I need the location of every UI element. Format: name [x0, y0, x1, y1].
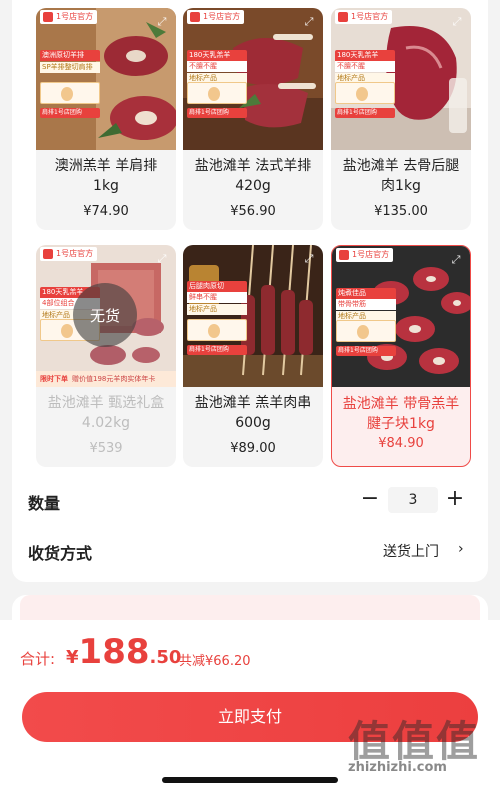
sold-out-badge: 无货: [73, 283, 137, 347]
store-badge: 1号店官方: [40, 10, 98, 24]
store-badge: 1号店官方: [335, 10, 393, 24]
store-badge: 1号店官方: [187, 10, 245, 24]
promo-line: 鲜串不腥: [187, 292, 247, 303]
promo-footer: 肩排1号店团购: [187, 345, 247, 355]
egg-icon: [336, 320, 396, 342]
home-indicator[interactable]: [162, 777, 338, 783]
quantity-decrease-button[interactable]: −: [358, 488, 382, 512]
egg-icon: [335, 82, 395, 104]
promo-line: 炖煮佳品: [336, 288, 396, 299]
pay-now-button[interactable]: 立即支付: [22, 692, 478, 742]
product-card[interactable]: 1号店官方 180天乳羔羊 不膻不腥 地标产品 肩排1号店团购 ⤢ 盐池滩羊 法…: [183, 8, 323, 230]
checkout-bar: 合计: ¥188.50 共减¥66.20 立即支付 值值值 zhizhizhi.…: [0, 620, 500, 795]
promo-labels: 澳洲原切羊排 SP羊排整切肩排: [40, 50, 100, 73]
product-card-sold-out: 1号店官方 180天乳羔羊 4部位组合 地标产品 ⤢ 无货 限时下单 赠价值198…: [36, 245, 176, 467]
promo-labels: 180天乳羔羊 不膻不腥 地标产品: [335, 50, 395, 84]
product-price: ¥135.00: [374, 204, 428, 219]
total-decimal: .50: [149, 647, 182, 668]
product-name: 盐池滩羊 去骨后腿肉1kg: [342, 158, 460, 194]
limited-time-text: 赠价值198元羊肉实体年卡: [72, 375, 156, 383]
egg-icon: [187, 319, 247, 341]
delivery-method-label: 收货方式: [28, 544, 93, 563]
product-name: 盐池滩羊 带骨羔羊腱子块1kg: [342, 396, 460, 432]
quantity-label: 数量: [28, 494, 61, 513]
total-discount: 共减¥66.20: [179, 654, 251, 669]
promo-line: 180天乳羔羊: [335, 50, 395, 61]
promo-labels: 炖煮佳品 带骨带筋 地标产品: [336, 288, 396, 322]
product-name: 盐池滩羊 甄选礼盒4.02kg: [47, 395, 165, 431]
promo-line: 180天乳羔羊: [187, 50, 247, 61]
product-image: [36, 8, 176, 150]
expand-icon[interactable]: ⤢: [451, 16, 463, 28]
expand-icon[interactable]: ⤢: [303, 253, 315, 265]
store-badge: 1号店官方: [336, 248, 394, 262]
expand-icon: ⤢: [157, 252, 167, 265]
promo-labels: 后腿肉原切 鲜串不腥 地标产品: [187, 281, 247, 315]
product-price: ¥74.90: [83, 204, 129, 219]
product-price: ¥84.90: [378, 436, 424, 451]
promo-footer: 肩排1号店团购: [335, 108, 395, 118]
promo-line: 后腿肉原切: [187, 281, 247, 292]
product-price: ¥56.90: [230, 204, 276, 219]
product-name: 澳洲羔羊 羊肩排1kg: [54, 158, 158, 194]
product-card[interactable]: 1号店官方 180天乳羔羊 不膻不腥 地标产品 肩排1号店团购 ⤢ 盐池滩羊 去…: [331, 8, 471, 230]
product-image: [183, 245, 323, 387]
promo-line: 带骨带筋: [336, 299, 396, 310]
product-name: 盐池滩羊 羔羊肉串600g: [194, 395, 312, 431]
expand-icon[interactable]: ⤢: [156, 16, 168, 28]
promo-line: 澳洲原切羊排: [40, 50, 100, 61]
chevron-right-icon[interactable]: ›: [458, 541, 464, 557]
egg-icon: [187, 82, 247, 104]
total-label: 合计:: [20, 650, 56, 668]
promo-footer: 肩排1号店团购: [40, 108, 100, 118]
promo-footer: 肩排1号店团购: [336, 346, 396, 356]
product-price: ¥89.00: [230, 441, 276, 456]
egg-icon: [40, 82, 100, 104]
expand-icon[interactable]: ⤢: [450, 254, 462, 266]
expand-icon[interactable]: ⤢: [303, 16, 315, 28]
promo-line: 地标产品: [187, 304, 247, 315]
product-price: ¥539: [89, 441, 123, 456]
product-card[interactable]: 1号店官方 澳洲原切羊排 SP羊排整切肩排 肩排1号店团购 ⤢ 澳洲羔羊 羊肩排…: [36, 8, 176, 230]
quantity-increase-button[interactable]: +: [443, 488, 467, 512]
limited-time-bar: 限时下单 赠价值198元羊肉实体年卡: [36, 371, 176, 387]
promo-labels: 180天乳羔羊 不膻不腥 地标产品: [187, 50, 247, 84]
delivery-method-value[interactable]: 送货上门: [383, 541, 439, 561]
total-amount: ¥188.50: [66, 632, 181, 672]
currency-symbol: ¥: [66, 647, 79, 668]
limited-time-label: 限时下单: [40, 375, 68, 383]
total-integer: 188: [78, 632, 150, 672]
watermark-url: zhizhizhi.com: [348, 760, 447, 775]
quantity-input[interactable]: 3: [388, 487, 438, 513]
product-card[interactable]: 后腿肉原切 鲜串不腥 地标产品 肩排1号店团购 ⤢ 盐池滩羊 羔羊肉串600g …: [183, 245, 323, 467]
promo-footer: 肩排1号店团购: [187, 108, 247, 118]
promo-line: 不膻不腥: [335, 61, 395, 72]
promo-line: SP羊排整切肩排: [40, 62, 100, 73]
promo-line: 不膻不腥: [187, 61, 247, 72]
product-selection-panel: 1号店官方 澳洲原切羊排 SP羊排整切肩排 肩排1号店团购 ⤢ 澳洲羔羊 羊肩排…: [12, 0, 488, 582]
product-card-selected[interactable]: 1号店官方 炖煮佳品 带骨带筋 地标产品 肩排1号店团购 ⤢ 盐池滩羊 带骨羔羊…: [331, 245, 471, 467]
product-name: 盐池滩羊 法式羊排420g: [194, 158, 312, 194]
store-badge: 1号店官方: [40, 247, 98, 261]
